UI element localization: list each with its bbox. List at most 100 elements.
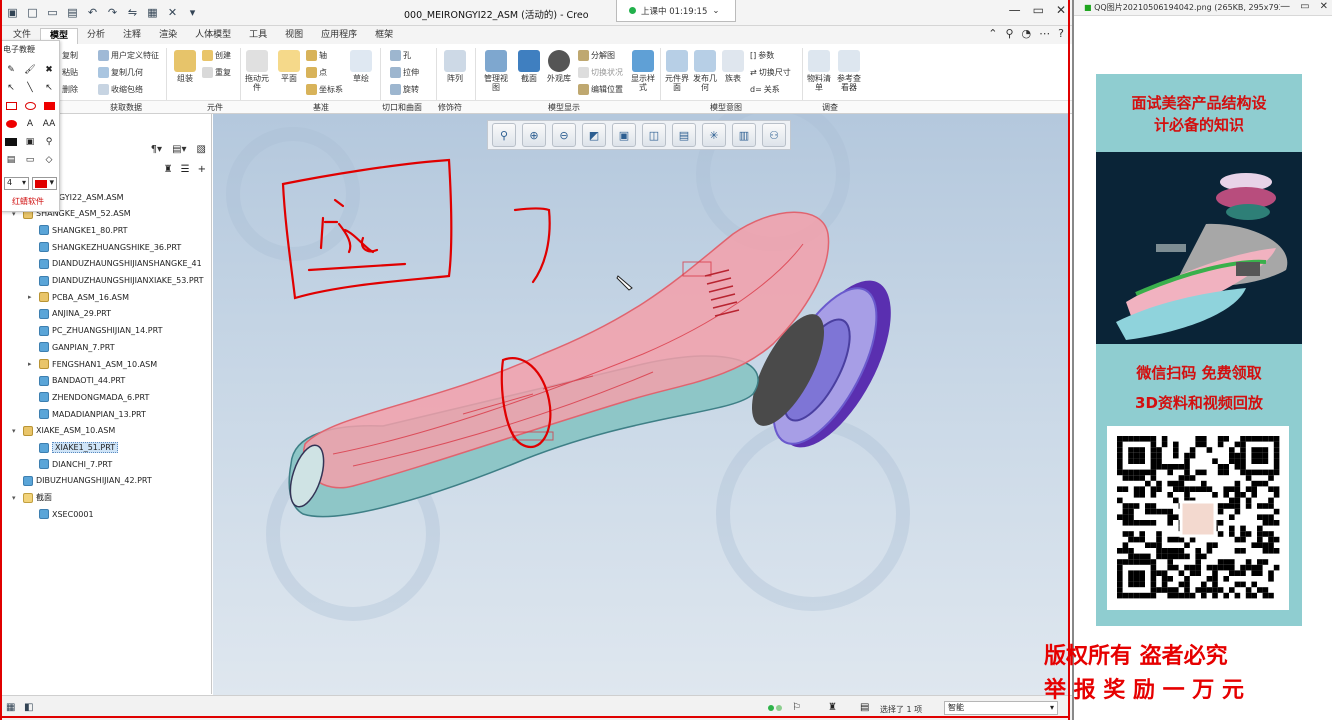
tab-tools[interactable]: 工具 [240, 28, 276, 44]
close-icon[interactable]: ✕ [1320, 1, 1328, 12]
minimize-ribbon-icon[interactable]: ⌃ [988, 27, 997, 40]
tree-item[interactable]: ▾ XIAKE_ASM_10.ASM [12, 423, 210, 439]
open-folder-icon[interactable]: ▭ [44, 4, 61, 21]
pen-size-select[interactable]: 4 ▾ [4, 177, 29, 190]
group-label-datum[interactable]: 基准 [313, 102, 329, 113]
annotation-display-icon[interactable]: ▥ [732, 123, 756, 147]
list-icon[interactable]: ☰ [181, 164, 190, 180]
zoom-out-icon[interactable]: ⊖ [552, 123, 576, 147]
arrow-icon[interactable]: ↖ [4, 81, 18, 95]
graphics-viewport[interactable]: ⚲ ⊕ ⊖ ◩ ▣ ◫ ▤ ✳ ▥ ⚇ [213, 114, 1070, 695]
tab-manikin[interactable]: 人体模型 [186, 28, 240, 44]
brush-icon[interactable]: 🖌 [23, 63, 37, 77]
blackboard-icon[interactable] [4, 135, 18, 149]
hole-button[interactable]: 孔 [390, 50, 411, 61]
live-class-indicator[interactable]: 上课中 01:19:15 ⌄ [616, 0, 736, 22]
publish-geometry-button[interactable]: 发布几何 [690, 50, 720, 92]
close-window-icon[interactable]: ✕ [164, 4, 181, 21]
tree-item[interactable]: SHANGKE1_80.PRT [28, 222, 210, 238]
edit-position-button[interactable]: 编辑位置 [578, 84, 623, 95]
selection-list-icon[interactable]: ▤ [860, 702, 869, 713]
clear-icon[interactable]: ◇ [42, 153, 56, 167]
tab-view[interactable]: 视图 [276, 28, 312, 44]
ellipse-outline-icon[interactable] [23, 99, 37, 113]
tree-item[interactable]: DIANDUZHAUNGSHIJIANXIAKE_53.PRT [28, 273, 210, 289]
point-button[interactable]: 点 [306, 67, 327, 78]
maximize-icon[interactable]: ▭ [1033, 3, 1044, 17]
tree-item[interactable]: SHANGKEZHUANGSHIKE_36.PRT [28, 239, 210, 255]
eraser-icon[interactable]: ✖ [42, 63, 56, 77]
selection-filter-select[interactable]: 智能 ▾ [944, 701, 1058, 715]
add-icon[interactable]: + [198, 164, 206, 180]
screenshot-icon[interactable]: ▣ [23, 135, 37, 149]
open-icon[interactable]: ▭ [23, 153, 37, 167]
tree-item[interactable]: ▸ PCBA_ASM_16.ASM [28, 289, 210, 305]
group-label-investigate[interactable]: 调查 [822, 102, 838, 113]
user-defined-feature-button[interactable]: 用户定义特征 [98, 50, 159, 61]
redo-icon[interactable]: ↷ [104, 4, 121, 21]
windows-icon[interactable]: ▦ [144, 4, 161, 21]
manage-views-button[interactable]: 管理视图 [481, 50, 511, 92]
tree-item[interactable]: XIAKE1_51.PRT [28, 440, 210, 456]
minimize-icon[interactable]: — [1009, 3, 1021, 17]
undo-icon[interactable]: ↶ [84, 4, 101, 21]
close-icon[interactable]: ✕ [1056, 3, 1066, 17]
pattern-button[interactable]: 阵列 [440, 50, 470, 83]
rectangle-filled-icon[interactable] [42, 99, 56, 113]
tab-annotate[interactable]: 注释 [114, 28, 150, 44]
tab-analysis[interactable]: 分析 [78, 28, 114, 44]
magnifier-icon[interactable]: ⚲ [42, 135, 56, 149]
pen-color-select[interactable]: ▾ [32, 177, 57, 190]
datum-display-icon[interactable]: ✳ [702, 123, 726, 147]
spin-center-icon[interactable]: ⚇ [762, 123, 786, 147]
family-table-button[interactable]: 族表 [718, 50, 748, 83]
section-button[interactable]: 截面 [514, 50, 544, 83]
zoom-fit-icon[interactable]: ⚲ [492, 123, 516, 147]
display-style-button[interactable]: 显示样式 [628, 50, 658, 92]
font-size-icon[interactable]: AA [42, 117, 56, 131]
tree-item[interactable]: DIBUZHUANGSHIJIAN_42.PRT [12, 473, 210, 489]
rectangle-outline-icon[interactable] [4, 99, 18, 113]
paste-button[interactable]: 粘贴 [62, 67, 78, 78]
toggle-status-button[interactable]: 切换状况 [578, 67, 623, 78]
zoom-in-icon[interactable]: ⊕ [522, 123, 546, 147]
app-icon[interactable]: ▣ [4, 4, 21, 21]
customize-qat-icon[interactable]: ▾ [184, 4, 201, 21]
tab-render[interactable]: 渲染 [150, 28, 186, 44]
group-label-model-intent[interactable]: 模型意图 [710, 102, 742, 113]
reference-viewer-button[interactable]: 参考查看器 [834, 50, 864, 92]
repaint-icon[interactable]: ◩ [582, 123, 606, 147]
tree-item[interactable]: MADADIANPIAN_13.PRT [28, 406, 210, 422]
save-icon[interactable]: ▤ [4, 153, 18, 167]
group-label-cuts-surfaces[interactable]: 切口和曲面 [382, 102, 422, 113]
bill-of-materials-button[interactable]: 物料清单 [804, 50, 834, 92]
extrude-button[interactable]: 拉伸 [390, 67, 419, 78]
view-manager-icon[interactable]: ▤ [672, 123, 696, 147]
tree-item[interactable]: ▾ 截面 [12, 490, 210, 506]
model-tree-toggle-icon[interactable]: ▦ [6, 702, 15, 713]
ellipse-filled-icon[interactable] [4, 117, 18, 131]
text-icon[interactable]: A [23, 117, 37, 131]
tree-expander-icon[interactable]: ▾ [12, 427, 20, 435]
component-interface-button[interactable]: 元件界面 [662, 50, 692, 92]
copy-button[interactable]: 复制 [62, 50, 78, 61]
regenerate-icon[interactable]: ⇋ [124, 4, 141, 21]
delete-button[interactable]: 删除 [62, 84, 78, 95]
display-style-icon[interactable]: ▣ [612, 123, 636, 147]
tree-item[interactable]: BANDAOTI_44.PRT [28, 373, 210, 389]
line-icon[interactable]: ╲ [23, 81, 37, 95]
tree-item[interactable]: ZHENDONGMADA_6.PRT [28, 389, 210, 405]
appearance-button[interactable]: 外观库 [544, 50, 574, 83]
shrinkwrap-button[interactable]: 收缩包络 [98, 84, 143, 95]
minimize-icon[interactable]: — [1280, 1, 1290, 12]
tree-item[interactable]: GANPIAN_7.PRT [28, 339, 210, 355]
exploded-view-button[interactable]: 分解图 [578, 50, 615, 61]
binoculars-icon[interactable]: ♜ [164, 164, 173, 180]
plane-button[interactable]: 平面 [274, 50, 304, 83]
revolve-button[interactable]: 旋转 [390, 84, 419, 95]
find-icon[interactable]: ♜ [828, 702, 837, 713]
tree-item[interactable]: XSEC0001 [28, 506, 210, 522]
tree-item[interactable]: ANJINA_29.PRT [28, 306, 210, 322]
parameters-button[interactable]: [] 参数 [750, 50, 774, 61]
tree-filter-icon[interactable]: ▧ [197, 144, 206, 160]
